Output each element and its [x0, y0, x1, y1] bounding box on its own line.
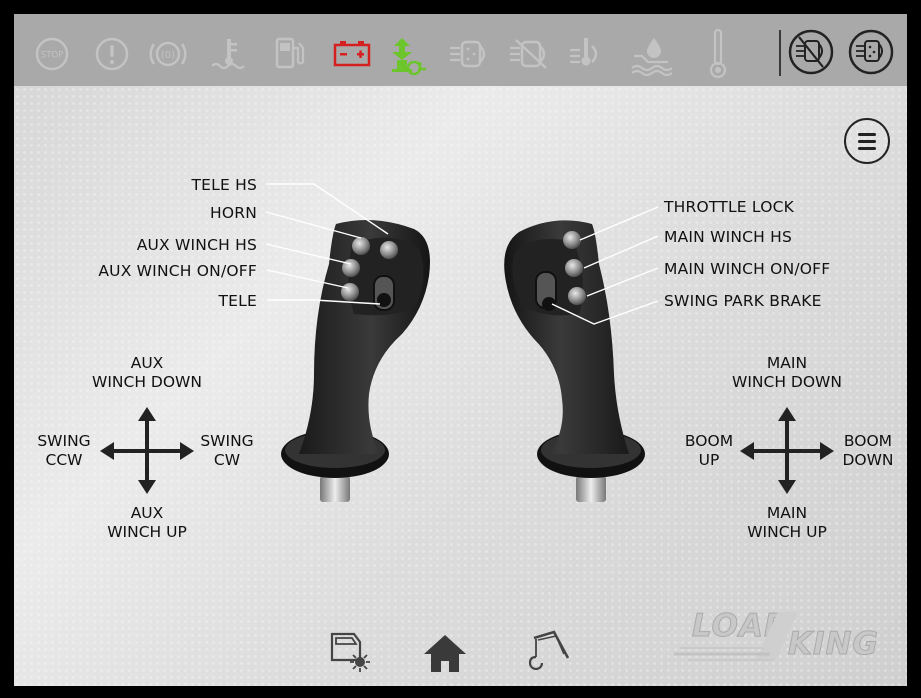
boom-up-label: BOOM UP [684, 432, 734, 469]
throttle-lock-button [563, 231, 581, 249]
device-frame: STOP (0) TELE HS HORN AUX WINCH HS AUX W… [0, 0, 921, 698]
display-screen: STOP (0) TELE HS HORN AUX WINCH HS AUX W… [14, 14, 907, 686]
aux-winch-up-label: AUX WINCH UP [107, 504, 187, 541]
left-direction-arrows [100, 407, 194, 494]
horn-button [380, 241, 398, 259]
main-winch-onoff-button [568, 287, 586, 305]
main-winch-hs-label: MAIN WINCH HS [664, 228, 793, 246]
main-winch-hs-button [565, 259, 583, 277]
horn-label: HORN [209, 204, 257, 222]
tele-label: TELE [218, 292, 257, 310]
left-lower-button [341, 283, 359, 301]
home-icon[interactable] [422, 632, 468, 674]
loadking-logo: LOAD KING [674, 604, 884, 674]
joysticks-illustration [100, 183, 834, 502]
swing-ccw-label: SWING CCW [37, 432, 91, 469]
swing-park-brake-label: SWING PARK BRAKE [664, 292, 822, 310]
tele-hs-label: TELE HS [191, 176, 257, 194]
aux-winch-hs-label: AUX WINCH HS [136, 236, 257, 254]
throttle-lock-label: THROTTLE LOCK [664, 198, 794, 216]
main-winch-up-label: MAIN WINCH UP [747, 504, 827, 541]
aux-winch-hs-button [352, 237, 370, 255]
aux-winch-onoff-button [342, 259, 360, 277]
main-winch-down-label: MAIN WINCH DOWN [732, 354, 842, 391]
swing-cw-label: SWING CW [200, 432, 254, 469]
aux-winch-down-label: AUX WINCH DOWN [92, 354, 202, 391]
main-winch-onoff-label: MAIN WINCH ON/OFF [664, 260, 831, 278]
cab-lights-icon[interactable] [328, 630, 372, 674]
boom-down-label: BOOM DOWN [842, 432, 894, 469]
aux-winch-onoff-label: AUX WINCH ON/OFF [98, 262, 257, 280]
right-direction-arrows [740, 407, 834, 494]
crane-hook-icon[interactable] [524, 628, 572, 676]
